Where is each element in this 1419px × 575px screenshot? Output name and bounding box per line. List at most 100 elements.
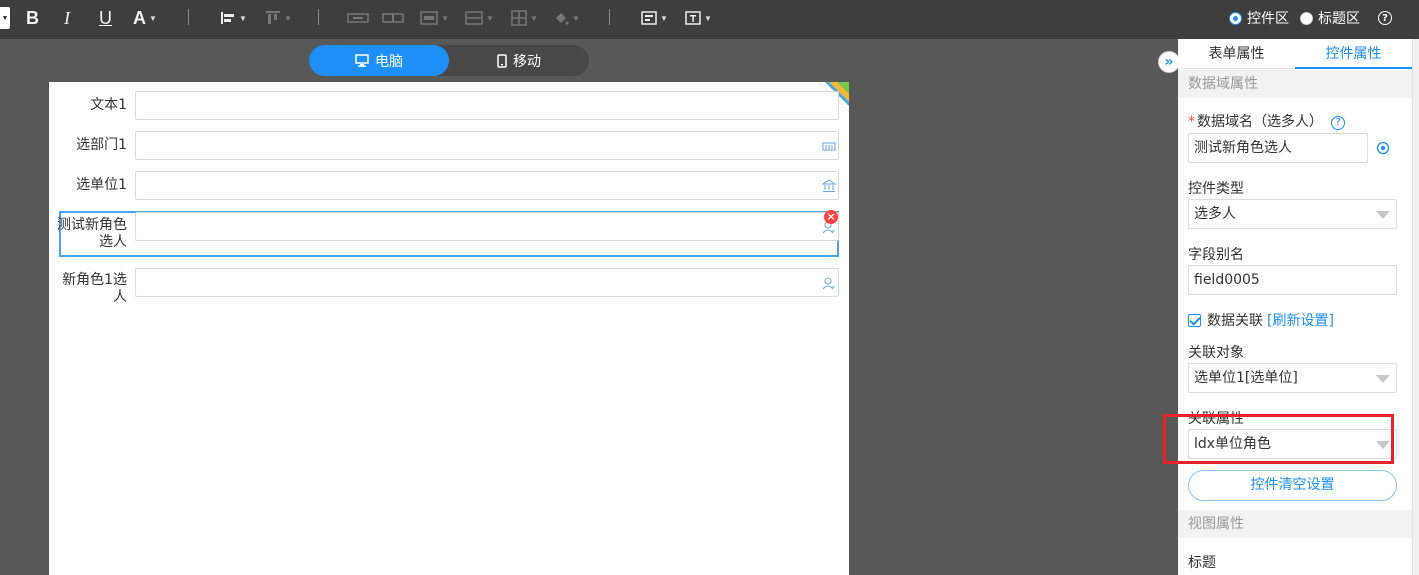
insert-column-button[interactable] xyxy=(382,0,404,36)
monitor-icon xyxy=(355,54,369,67)
link-target-value: 选单位1[选单位] xyxy=(1194,370,1298,386)
font-color-button[interactable]: A ▼ xyxy=(133,0,157,36)
device-toggle: 电脑 移动 xyxy=(309,45,589,76)
chevron-down-icon: ▼ xyxy=(486,13,494,23)
field-label-test-role: 测试新角色 选人 xyxy=(57,217,127,250)
data-name-label-text: 数据域名（选多人） xyxy=(1197,114,1323,130)
fill-color-button[interactable]: ▼ xyxy=(553,0,580,36)
field-label-text1: 文本1 xyxy=(90,97,127,113)
role1-picker-input[interactable] xyxy=(135,268,839,297)
insert-control-button[interactable]: ▼ xyxy=(641,0,668,36)
alias-input[interactable]: field0005 xyxy=(1188,265,1397,295)
field-label-role1: 新角色1选人 xyxy=(62,272,127,305)
tab-form-properties[interactable]: 表单属性 xyxy=(1178,39,1295,69)
dropdown-caret-icon[interactable]: ▼ xyxy=(0,0,10,36)
table-grid-icon xyxy=(511,10,527,26)
clear-control-settings-button[interactable]: 控件清空设置 xyxy=(1188,470,1397,501)
text1-input[interactable] xyxy=(135,91,839,120)
chevron-down-icon: ▼ xyxy=(704,13,712,23)
chevron-down-icon: ▼ xyxy=(572,13,580,23)
radio-control-area-label: 控件区 xyxy=(1247,11,1289,27)
radio-control-area[interactable]: 控件区 xyxy=(1229,0,1289,36)
data-name-input[interactable]: 测试新角色选人 xyxy=(1188,133,1368,163)
align-left-icon xyxy=(221,12,234,24)
property-panel: 表单属性 控件属性 数据域属性 * 数据域名（选多人）? 测试新角色选人 控件类型… xyxy=(1178,39,1412,575)
toolbar-divider xyxy=(609,9,610,25)
toolbar-divider xyxy=(188,9,189,25)
valign-button[interactable]: ▼ xyxy=(265,0,292,36)
form-canvas: 文本1 选部门1 选单位1 测试新角色 选人 × 新角色1选人 xyxy=(49,82,849,575)
chevron-down-icon: ▼ xyxy=(660,13,668,23)
department-icon[interactable] xyxy=(822,139,836,153)
merge-cells-icon xyxy=(420,11,438,25)
link-target-label: 关联对象 xyxy=(1188,345,1244,361)
toolbar-divider xyxy=(318,9,319,25)
toolbar: ▼ B I U A ▼ ▼ ▼ ▼ ▼ ▼ ▼ ▼ ▼ 控件区 标题区 ? xyxy=(0,0,1419,39)
data-link-label: 数据关联 xyxy=(1207,313,1263,329)
desktop-tab-label: 电脑 xyxy=(375,53,403,70)
radio-title-area-label: 标题区 xyxy=(1318,11,1360,27)
control-type-value: 选多人 xyxy=(1194,206,1236,222)
data-section-header: 数据域属性 xyxy=(1178,70,1412,98)
checkbox-checked-icon[interactable] xyxy=(1188,313,1201,327)
field-label-dept1: 选部门1 xyxy=(76,137,127,153)
alias-label: 字段别名 xyxy=(1188,247,1244,263)
insert-column-icon xyxy=(382,13,404,23)
view-section-header: 视图属性 xyxy=(1178,510,1412,538)
panel-tabs: 表单属性 控件属性 xyxy=(1178,39,1412,69)
desktop-tab[interactable]: 电脑 xyxy=(309,45,449,76)
italic-button[interactable]: I xyxy=(64,0,70,36)
mobile-tab[interactable]: 移动 xyxy=(449,45,589,76)
chevron-down-icon: ▼ xyxy=(441,13,449,23)
delete-field-icon[interactable]: × xyxy=(824,210,838,224)
chevron-down-icon xyxy=(1376,211,1390,219)
chevron-down-icon: ▼ xyxy=(284,13,292,23)
split-button[interactable]: ▼ xyxy=(465,0,494,36)
radio-title-area[interactable]: 标题区 xyxy=(1300,0,1360,36)
unit1-input[interactable] xyxy=(135,171,839,200)
align-top-icon xyxy=(266,11,280,24)
chevron-down-icon xyxy=(1376,375,1390,383)
chevron-down-icon: ▼ xyxy=(239,13,247,23)
radio-on-icon xyxy=(1229,11,1242,25)
insert-text-button[interactable]: ▼ xyxy=(685,0,712,36)
link-target-select[interactable]: 选单位1[选单位] xyxy=(1188,363,1397,393)
insert-row-button[interactable] xyxy=(347,0,369,36)
tab-control-properties[interactable]: 控件属性 xyxy=(1295,39,1412,69)
refresh-settings-link[interactable]: [刷新设置] xyxy=(1267,310,1334,330)
control-type-label: 控件类型 xyxy=(1188,181,1244,197)
highlight-box xyxy=(1163,414,1394,464)
field-label-unit1: 选单位1 xyxy=(76,177,127,193)
panel-scrollbar[interactable] xyxy=(1412,39,1419,575)
split-cells-icon xyxy=(465,11,483,25)
question-icon[interactable]: ? xyxy=(1331,116,1345,130)
data-name-label: * 数据域名（选多人）? xyxy=(1188,111,1345,131)
help-button[interactable]: ? xyxy=(1378,0,1392,36)
underline-button[interactable]: U xyxy=(99,0,112,36)
control-box-icon xyxy=(641,11,657,25)
control-type-select[interactable]: 选多人 xyxy=(1188,199,1397,229)
required-mark: * xyxy=(1188,114,1195,130)
test-role-picker-input[interactable] xyxy=(135,212,839,241)
locate-icon[interactable] xyxy=(1376,141,1390,155)
insert-row-icon xyxy=(347,13,369,23)
dept1-input[interactable] xyxy=(135,131,839,160)
table-border-button[interactable]: ▼ xyxy=(511,0,538,36)
text-box-icon xyxy=(685,11,701,25)
align-button[interactable]: ▼ xyxy=(220,0,247,36)
merge-button[interactable]: ▼ xyxy=(420,0,449,36)
mobile-tab-label: 移动 xyxy=(513,53,541,70)
paint-bucket-icon xyxy=(556,13,569,25)
phone-icon xyxy=(497,53,507,68)
help-icon: ? xyxy=(1378,11,1392,25)
title-label: 标题 xyxy=(1188,555,1216,571)
building-icon[interactable] xyxy=(822,179,836,193)
chevron-down-icon: ▼ xyxy=(149,13,157,23)
person-picker-icon[interactable] xyxy=(822,276,836,290)
bold-button[interactable]: B xyxy=(26,0,39,36)
radio-off-icon xyxy=(1300,11,1313,25)
double-chevron-right-icon: » xyxy=(1164,54,1174,70)
collapse-panel-button[interactable]: » xyxy=(1158,51,1180,73)
chevron-down-icon: ▼ xyxy=(530,13,538,23)
data-link-checkbox-row[interactable]: 数据关联 [刷新设置] xyxy=(1188,310,1334,330)
